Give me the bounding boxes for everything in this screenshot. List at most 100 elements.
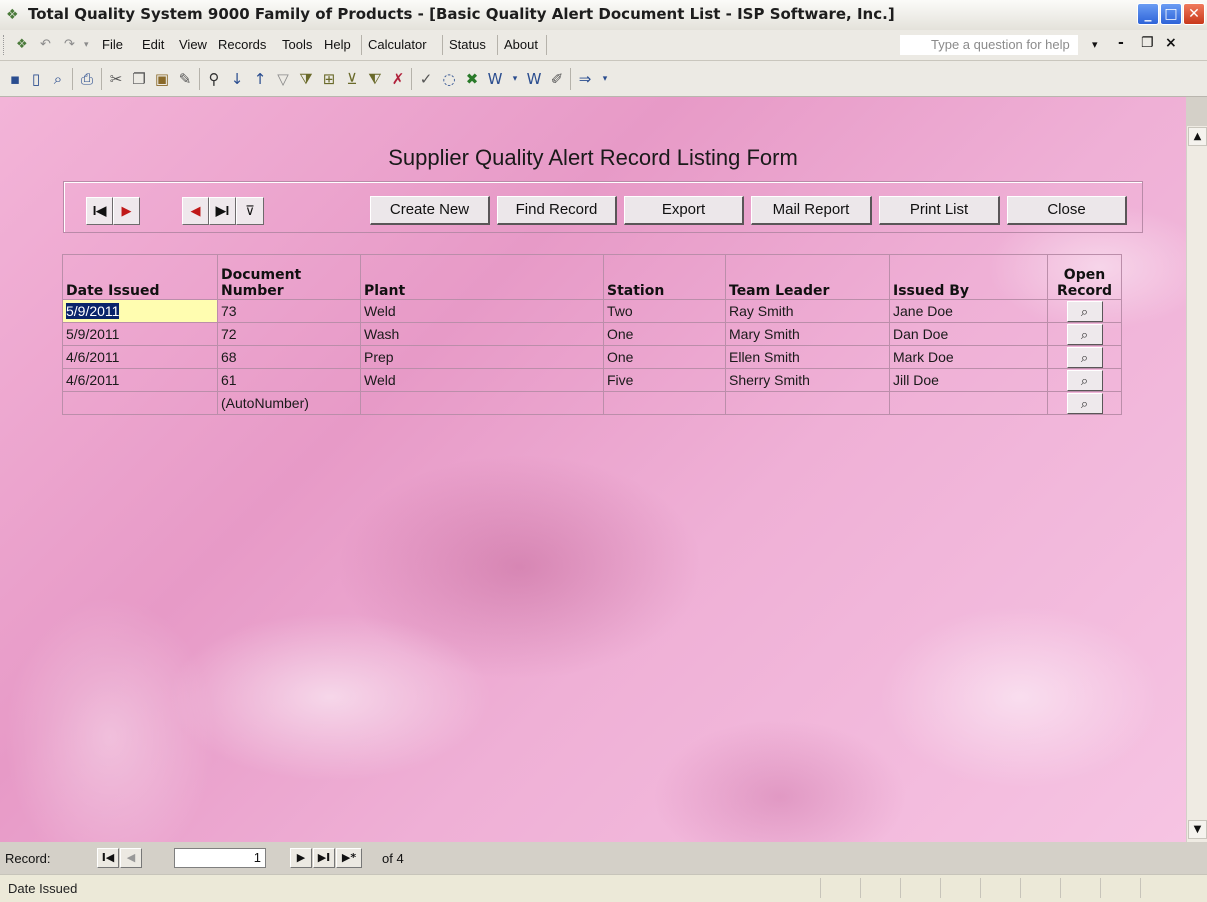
- cut-icon[interactable]: ✂: [107, 70, 125, 88]
- date-issued-cell[interactable]: 5/9/2011: [62, 299, 218, 323]
- table-row[interactable]: 5/9/2011 72 Wash One Mary Smith Dan Doe …: [62, 322, 1122, 346]
- issued-by-cell[interactable]: Mark Doe: [889, 345, 1048, 369]
- team-leader-cell[interactable]: [725, 391, 890, 415]
- export-button[interactable]: Export: [624, 196, 744, 225]
- close-form-button[interactable]: Close: [1007, 196, 1127, 225]
- print-preview-icon[interactable]: ⌕: [49, 70, 67, 88]
- current-record-input[interactable]: 1: [174, 848, 266, 868]
- menu-records[interactable]: Records: [218, 37, 266, 52]
- date-issued-cell[interactable]: 4/6/2011: [62, 368, 218, 392]
- paste-icon[interactable]: ▣: [153, 70, 171, 88]
- filter-by-selection-icon[interactable]: ⧩: [297, 70, 315, 88]
- open-record-button[interactable]: ⌕: [1066, 369, 1103, 391]
- previous-record-button[interactable]: ◀: [182, 197, 209, 225]
- menu-about[interactable]: About: [504, 37, 538, 52]
- find-record-button[interactable]: Find Record: [497, 196, 617, 225]
- menu-status[interactable]: Status: [449, 37, 486, 52]
- plant-cell[interactable]: Weld: [360, 299, 604, 323]
- vertical-scrollbar[interactable]: ▲ ▼: [1186, 126, 1207, 842]
- issued-by-cell[interactable]: [889, 391, 1048, 415]
- new-object-icon[interactable]: ⇒: [576, 70, 594, 88]
- plant-cell[interactable]: Weld: [360, 368, 604, 392]
- next-record-button[interactable]: ▶: [113, 197, 140, 225]
- copy-icon[interactable]: ❐: [130, 70, 148, 88]
- plant-cell[interactable]: Prep: [360, 345, 604, 369]
- table-row-new[interactable]: (AutoNumber) ⌕: [62, 391, 1122, 415]
- format-painter-icon[interactable]: ✎: [176, 70, 194, 88]
- export-dropdown-icon[interactable]: ▾: [506, 70, 524, 88]
- close-window-button[interactable]: ✕: [1183, 3, 1205, 25]
- redo-icon[interactable]: ↷: [64, 37, 75, 52]
- station-cell[interactable]: One: [603, 345, 726, 369]
- station-cell[interactable]: [603, 391, 726, 415]
- save-icon[interactable]: ▪: [6, 70, 24, 88]
- open-book-icon[interactable]: ▯: [27, 70, 45, 88]
- station-cell[interactable]: Five: [603, 368, 726, 392]
- record-new-button[interactable]: ▶*: [336, 848, 362, 868]
- undo-icon[interactable]: ↶: [40, 37, 51, 52]
- mdi-minimize-button[interactable]: -: [1118, 35, 1124, 51]
- menu-view[interactable]: View: [179, 37, 207, 52]
- create-new-button[interactable]: Create New: [370, 196, 490, 225]
- team-leader-cell[interactable]: Sherry Smith: [725, 368, 890, 392]
- issued-by-cell[interactable]: Dan Doe: [889, 322, 1048, 346]
- plant-cell[interactable]: [360, 391, 604, 415]
- table-row[interactable]: 4/6/2011 68 Prep One Ellen Smith Mark Do…: [62, 345, 1122, 369]
- autocorrect-icon[interactable]: ◌: [440, 70, 458, 88]
- help-question-input[interactable]: Type a question for help: [900, 35, 1078, 55]
- spelling-icon[interactable]: ✓: [417, 70, 435, 88]
- remove-filter-icon[interactable]: ✗: [389, 70, 407, 88]
- app-menu-icon[interactable]: ❖: [16, 37, 28, 52]
- station-cell[interactable]: Two: [603, 299, 726, 323]
- find-binoculars-icon[interactable]: ⚲: [205, 70, 223, 88]
- date-issued-cell[interactable]: [62, 391, 218, 415]
- document-number-cell[interactable]: 72: [217, 322, 361, 346]
- redo-dropdown-icon[interactable]: ▾: [84, 40, 89, 50]
- open-record-button[interactable]: ⌕: [1066, 323, 1103, 345]
- plant-cell[interactable]: Wash: [360, 322, 604, 346]
- team-leader-cell[interactable]: Mary Smith: [725, 322, 890, 346]
- document-number-cell[interactable]: 73: [217, 299, 361, 323]
- scroll-down-button[interactable]: ▼: [1188, 820, 1207, 839]
- filter-by-form-icon[interactable]: ⊞: [320, 70, 338, 88]
- team-leader-cell[interactable]: Ellen Smith: [725, 345, 890, 369]
- menu-edit[interactable]: Edit: [142, 37, 164, 52]
- open-record-button[interactable]: ⌕: [1066, 346, 1103, 368]
- date-issued-cell[interactable]: 4/6/2011: [62, 345, 218, 369]
- export-excel-icon[interactable]: ✖: [463, 70, 481, 88]
- script-icon[interactable]: ✐: [548, 70, 566, 88]
- print-icon[interactable]: ⎙: [78, 70, 96, 88]
- document-number-cell[interactable]: 68: [217, 345, 361, 369]
- new-object-dropdown-icon[interactable]: ▾: [596, 70, 614, 88]
- issued-by-cell[interactable]: Jane Doe: [889, 299, 1048, 323]
- record-last-button[interactable]: ▶I: [313, 848, 335, 868]
- team-leader-cell[interactable]: Ray Smith: [725, 299, 890, 323]
- date-issued-cell[interactable]: 5/9/2011: [62, 322, 218, 346]
- mdi-close-button[interactable]: ×: [1165, 35, 1177, 51]
- menu-file[interactable]: File: [102, 37, 123, 52]
- scroll-up-button[interactable]: ▲: [1188, 127, 1207, 146]
- open-record-button[interactable]: ⌕: [1066, 392, 1103, 414]
- mdi-restore-button[interactable]: ❐: [1141, 35, 1154, 51]
- maximize-button[interactable]: □: [1160, 3, 1182, 25]
- document-number-cell[interactable]: (AutoNumber): [217, 391, 361, 415]
- help-dropdown-icon[interactable]: ▾: [1092, 38, 1098, 51]
- issued-by-cell[interactable]: Jill Doe: [889, 368, 1048, 392]
- filter-icon[interactable]: ▽: [274, 70, 292, 88]
- menu-help[interactable]: Help: [324, 37, 351, 52]
- open-record-button[interactable]: ⌕: [1066, 300, 1103, 322]
- record-previous-button[interactable]: ◀: [120, 848, 142, 868]
- filter-records-button[interactable]: ⊽: [236, 197, 264, 225]
- menu-tools[interactable]: Tools: [282, 37, 312, 52]
- menu-calculator[interactable]: Calculator: [368, 37, 427, 52]
- sort-ascending-icon[interactable]: ↓: [228, 70, 246, 88]
- minimize-button[interactable]: _: [1137, 3, 1159, 25]
- record-next-button[interactable]: ▶: [290, 848, 312, 868]
- station-cell[interactable]: One: [603, 322, 726, 346]
- apply-filter-icon[interactable]: ⧨: [366, 70, 384, 88]
- record-first-button[interactable]: I◀: [97, 848, 119, 868]
- menubar-grip[interactable]: [3, 35, 8, 55]
- export-word-icon[interactable]: W: [486, 70, 504, 88]
- mail-report-button[interactable]: Mail Report: [751, 196, 872, 225]
- last-record-button[interactable]: ▶I: [209, 197, 236, 225]
